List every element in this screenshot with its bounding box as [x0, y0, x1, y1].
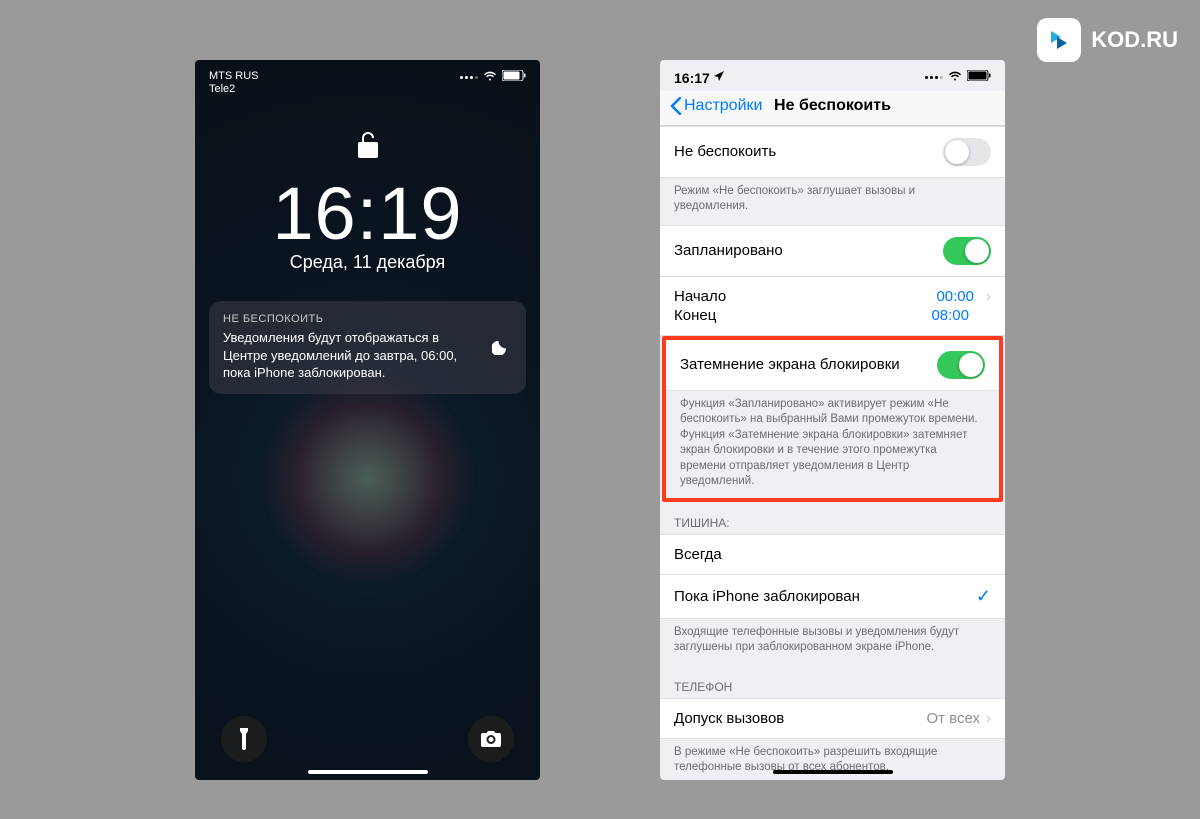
watermark-text: KOD.RU — [1091, 27, 1178, 53]
status-time: 16:17 — [674, 70, 710, 87]
kod-logo-icon — [1037, 18, 1081, 62]
home-indicator[interactable] — [308, 770, 428, 774]
phone-header: ТЕЛЕФОН — [660, 666, 1005, 698]
cell-scheduled[interactable]: Запланировано — [660, 225, 1005, 277]
notification-body: Уведомления будут отображаться в Центре … — [223, 329, 480, 382]
status-bar: MTS RUS Tele2 — [195, 60, 540, 100]
lockscreen-phone: MTS RUS Tele2 16:19 Среда, 11 декабря НЕ… — [195, 60, 540, 780]
end-label: Конец — [674, 307, 716, 324]
cell-label: Пока iPhone заблокирован — [674, 588, 860, 605]
location-icon — [714, 71, 724, 85]
home-indicator[interactable] — [773, 770, 893, 774]
end-value: 08:00 — [931, 307, 969, 324]
signal-icon — [925, 76, 943, 79]
dnd-notification[interactable]: НЕ БЕСПОКОИТЬ Уведомления будут отобража… — [209, 301, 526, 394]
flashlight-button[interactable] — [221, 716, 267, 762]
silence-header: ТИШИНА: — [660, 502, 1005, 534]
cell-silence-always[interactable]: Всегда — [660, 534, 1005, 575]
back-label: Настройки — [684, 97, 762, 115]
moon-icon — [492, 335, 512, 360]
cell-dim-lock[interactable]: Затемнение экрана блокировки — [666, 340, 999, 391]
lock-time: 16:19 — [195, 171, 540, 256]
cell-label: Допуск вызовов — [674, 710, 784, 727]
dim-toggle[interactable] — [937, 351, 985, 379]
cell-schedule-times[interactable]: Начало 00:00 › Конец 08:00 — [660, 277, 1005, 336]
chevron-left-icon — [670, 97, 681, 115]
cell-allow-calls[interactable]: Допуск вызовов От всех › — [660, 698, 1005, 739]
settings-list[interactable]: Не беспокоить Режим «Не беспокоить» загл… — [660, 126, 1005, 780]
settings-phone: 16:17 Настройки Не беспокоить Не беспоко… — [660, 60, 1005, 780]
wifi-icon — [948, 71, 962, 84]
dnd-toggle[interactable] — [943, 138, 991, 166]
silence-note: Входящие телефонные вызовы и уведомления… — [660, 619, 1005, 666]
battery-icon — [502, 70, 526, 84]
camera-icon — [481, 731, 501, 747]
carrier-secondary: Tele2 — [209, 83, 259, 96]
notification-title: НЕ БЕСПОКОИТЬ — [223, 313, 480, 325]
carrier-block: MTS RUS Tele2 — [209, 70, 259, 96]
highlight-box: Затемнение экрана блокировки Функция «За… — [662, 336, 1003, 502]
status-bar: 16:17 — [660, 60, 1005, 91]
watermark: KOD.RU — [1037, 18, 1178, 62]
nav-bar: Настройки Не беспокоить — [660, 91, 1005, 126]
dnd-note: Режим «Не беспокоить» заглушает вызовы и… — [660, 178, 1005, 225]
dim-note: Функция «Запланировано» активирует режим… — [666, 391, 999, 498]
battery-icon — [967, 70, 991, 84]
allow-value: От всех — [926, 710, 980, 727]
start-value: 00:00 — [936, 288, 974, 305]
carrier-primary: MTS RUS — [209, 70, 259, 83]
back-button[interactable]: Настройки — [670, 97, 762, 115]
camera-button[interactable] — [468, 716, 514, 762]
scheduled-toggle[interactable] — [943, 237, 991, 265]
wifi-icon — [483, 71, 497, 84]
lock-date: Среда, 11 декабря — [195, 252, 540, 273]
checkmark-icon: ✓ — [976, 586, 991, 607]
chevron-right-icon: › — [986, 710, 991, 727]
cell-label: Запланировано — [674, 242, 783, 259]
flashlight-icon — [237, 728, 251, 750]
cell-silence-locked[interactable]: Пока iPhone заблокирован ✓ — [660, 575, 1005, 619]
unlock-icon — [356, 130, 380, 165]
cell-label: Не беспокоить — [674, 143, 776, 160]
wallpaper-glow-inner — [283, 393, 453, 563]
signal-icon — [460, 76, 478, 79]
cell-dnd[interactable]: Не беспокоить — [660, 126, 1005, 178]
cell-label: Затемнение экрана блокировки — [680, 356, 900, 373]
cell-label: Всегда — [674, 546, 722, 563]
start-label: Начало — [674, 288, 726, 305]
chevron-right-icon: › — [986, 288, 991, 305]
